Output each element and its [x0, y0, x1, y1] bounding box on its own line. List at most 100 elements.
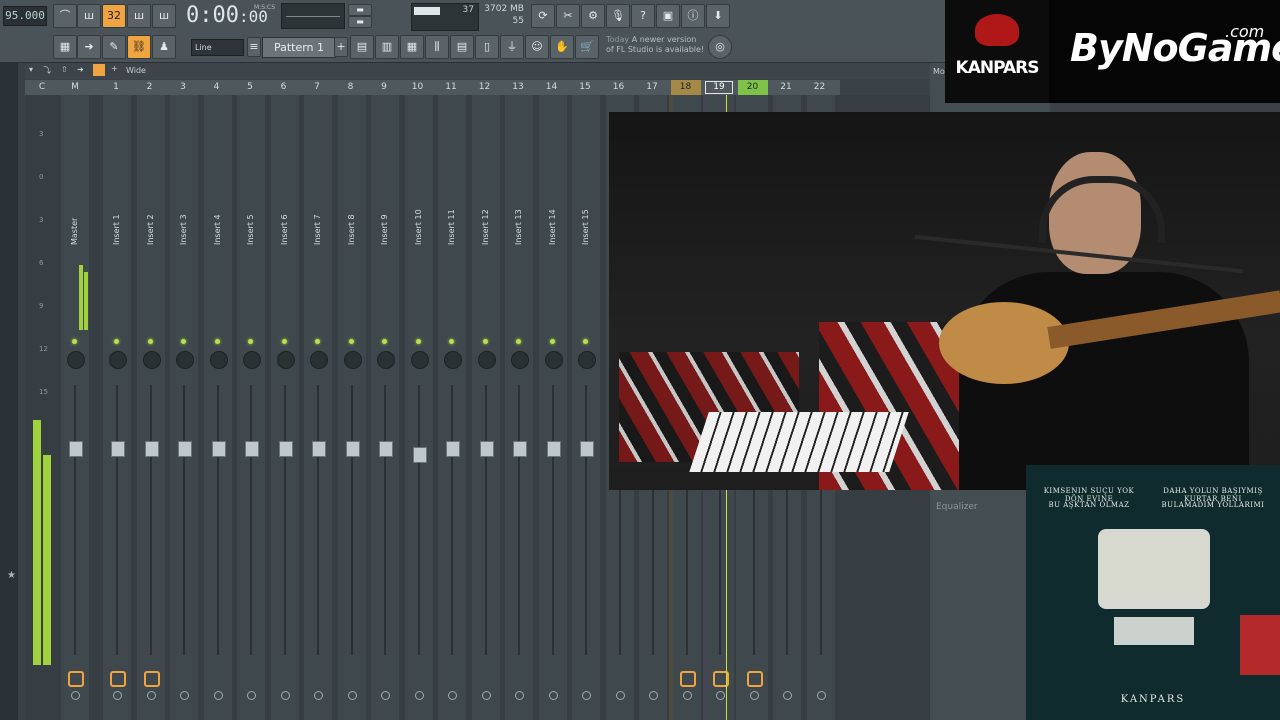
- mixer-icon[interactable]: ⫼: [425, 35, 449, 59]
- star-icon[interactable]: ★: [7, 570, 16, 581]
- pattern-menu-icon[interactable]: ≡: [247, 37, 261, 57]
- pan-knob[interactable]: [276, 351, 295, 369]
- upload-icon[interactable]: ⇧: [61, 65, 68, 74]
- volume-fader[interactable]: [580, 441, 594, 457]
- blend-notes-icon[interactable]: ш: [127, 4, 151, 28]
- master-strip[interactable]: Master: [61, 95, 89, 720]
- insert-strip[interactable]: Insert 8: [337, 95, 366, 720]
- track-number[interactable]: 10: [403, 80, 433, 95]
- cut-icon[interactable]: ✂: [556, 4, 580, 28]
- track-enable-led[interactable]: [348, 339, 354, 344]
- send-dot-icon[interactable]: [414, 691, 424, 700]
- send-dot-icon[interactable]: [280, 691, 290, 700]
- track-number[interactable]: 2: [135, 80, 165, 95]
- insert-strip[interactable]: Insert 3: [170, 95, 198, 720]
- volume-fader[interactable]: [546, 441, 561, 457]
- browser-icon[interactable]: ▤: [450, 35, 474, 59]
- track-number[interactable]: 7: [302, 80, 332, 95]
- pan-knob[interactable]: [67, 351, 85, 369]
- pan-knob[interactable]: [377, 351, 395, 369]
- send-dot-icon[interactable]: [582, 691, 591, 700]
- volume-fader[interactable]: [479, 441, 494, 457]
- add-pattern-icon[interactable]: +: [334, 37, 348, 57]
- track-number[interactable]: 3: [168, 80, 198, 95]
- volume-fader[interactable]: [412, 447, 427, 463]
- send-dot-icon[interactable]: [682, 691, 692, 700]
- track-number[interactable]: 4: [202, 80, 232, 95]
- track-number[interactable]: 15: [570, 80, 600, 95]
- send-dot-icon[interactable]: [71, 691, 80, 700]
- insert-strip[interactable]: Insert 4: [203, 95, 232, 720]
- send-dot-icon[interactable]: [481, 691, 491, 700]
- reset-icon[interactable]: ⟳: [531, 4, 555, 28]
- pan-knob[interactable]: [444, 351, 462, 369]
- brush-icon[interactable]: ✎: [102, 35, 126, 59]
- track-number[interactable]: 12: [470, 80, 500, 95]
- stamp-icon[interactable]: ♟: [152, 35, 176, 59]
- route-icon[interactable]: ⤵: [43, 65, 51, 76]
- track-enable-led[interactable]: [482, 339, 488, 344]
- cart-icon[interactable]: 🛒: [575, 35, 599, 59]
- volume-fader[interactable]: [312, 441, 326, 457]
- track-enable-led[interactable]: [583, 339, 588, 344]
- volume-slider-icon[interactable]: ▬: [348, 4, 372, 16]
- insert-strip[interactable]: Insert 2: [136, 95, 165, 720]
- volume-fader[interactable]: [245, 441, 259, 457]
- send-dot-icon[interactable]: [515, 691, 524, 700]
- tempo-display[interactable]: 95.000: [3, 6, 47, 26]
- insert-strip[interactable]: Insert 13: [505, 95, 533, 720]
- route-toggle-icon[interactable]: [746, 671, 763, 687]
- track-number[interactable]: 16: [604, 80, 634, 95]
- pan-knob[interactable]: [109, 351, 127, 369]
- route-toggle-icon[interactable]: [143, 671, 160, 687]
- channel-rack-icon[interactable]: ▥: [375, 35, 399, 59]
- save-icon[interactable]: ▣: [656, 4, 680, 28]
- track-enable-led[interactable]: [516, 339, 521, 344]
- track-number[interactable]: 14: [537, 80, 567, 95]
- route-toggle-icon[interactable]: [110, 671, 126, 687]
- track-enable-led[interactable]: [549, 339, 555, 344]
- track-enable-led[interactable]: [72, 339, 77, 344]
- pattern-selector[interactable]: Pattern 1: [262, 37, 336, 58]
- metronome-icon[interactable]: ⌒: [53, 4, 77, 28]
- file-icon[interactable]: ▯: [475, 35, 499, 59]
- volume-fader[interactable]: [69, 441, 83, 457]
- track-enable-led[interactable]: [281, 339, 287, 344]
- send-dot-icon[interactable]: [816, 691, 826, 700]
- person-icon[interactable]: ☺: [525, 35, 549, 59]
- pan-knob[interactable]: [511, 351, 529, 369]
- send-dot-icon[interactable]: [448, 691, 457, 700]
- volume-fader[interactable]: [379, 441, 393, 457]
- track-number[interactable]: 19: [704, 80, 734, 95]
- track-number[interactable]: 9: [369, 80, 399, 95]
- send-dot-icon[interactable]: [649, 691, 658, 700]
- track-enable-led[interactable]: [181, 339, 186, 344]
- track-number[interactable]: 11: [436, 80, 466, 95]
- send-dot-icon[interactable]: [113, 691, 122, 700]
- send-dot-icon[interactable]: [347, 691, 357, 700]
- pan-knob[interactable]: [410, 351, 429, 369]
- volume-fader[interactable]: [178, 441, 192, 457]
- track-enable-led[interactable]: [382, 339, 387, 344]
- help-icon[interactable]: ?: [631, 4, 655, 28]
- insert-strip[interactable]: Insert 14: [538, 95, 567, 720]
- arrow-right-icon[interactable]: ➜: [77, 65, 84, 74]
- volume-fader[interactable]: [345, 441, 360, 457]
- pan-knob[interactable]: [176, 351, 194, 369]
- route-toggle-icon[interactable]: [68, 671, 84, 687]
- pitch-slider-icon[interactable]: ▬: [348, 16, 372, 28]
- pan-knob[interactable]: [578, 351, 596, 369]
- pan-knob[interactable]: [477, 351, 496, 369]
- insert-strip[interactable]: Insert 12: [471, 95, 500, 720]
- insert-strip[interactable]: Insert 11: [438, 95, 466, 720]
- volume-fader[interactable]: [278, 441, 293, 457]
- arrow-icon[interactable]: ➜: [77, 35, 101, 59]
- wand-icon[interactable]: ⚙: [581, 4, 605, 28]
- insert-strip[interactable]: Insert 9: [371, 95, 399, 720]
- track-number[interactable]: 17: [637, 80, 667, 95]
- volume-fader[interactable]: [111, 441, 125, 457]
- send-dot-icon[interactable]: [180, 691, 189, 700]
- send-dot-icon[interactable]: [615, 691, 625, 700]
- route-toggle-icon[interactable]: [679, 671, 696, 687]
- track-enable-led[interactable]: [114, 339, 119, 344]
